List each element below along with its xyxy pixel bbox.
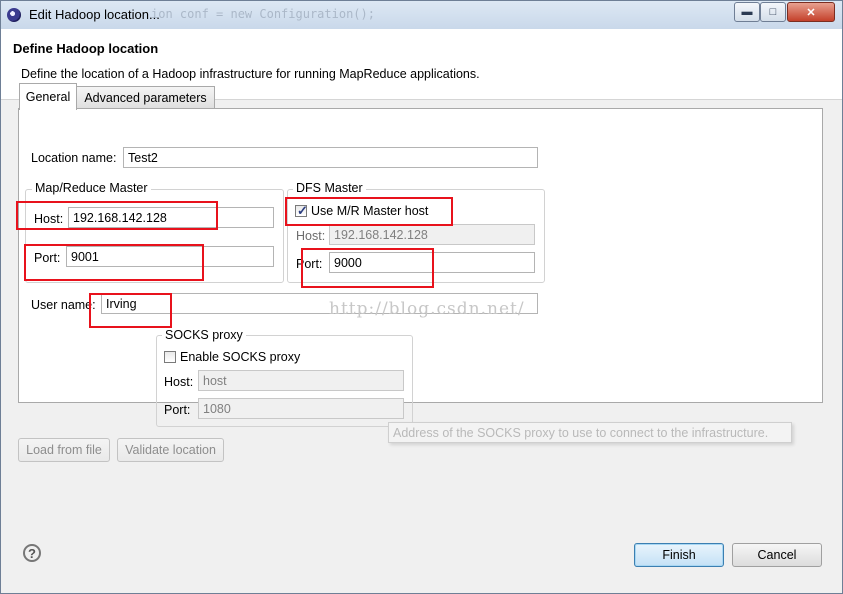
highlight-dfs-port [301, 248, 434, 288]
highlight-mapreduce-port [24, 244, 204, 281]
socks-host-label: Host: [164, 375, 194, 389]
location-name-input[interactable]: Test2 [123, 147, 538, 168]
background-code-text: ion conf = new Configuration(); [151, 7, 375, 21]
enable-socks-proxy-label: Enable SOCKS proxy [180, 350, 301, 364]
cancel-button[interactable]: Cancel [732, 543, 822, 567]
location-name-label: Location name: [31, 151, 117, 165]
maximize-icon: □ [769, 6, 777, 18]
dfs-host-input[interactable]: 192.168.142.128 [329, 224, 535, 245]
highlight-mapreduce-host [16, 201, 218, 230]
window-title: Edit Hadoop location... [29, 7, 160, 22]
header-title: Define Hadoop location [13, 41, 159, 56]
minimize-icon: ▬ [741, 6, 753, 18]
help-icon[interactable]: ? [23, 544, 41, 562]
maximize-button[interactable]: □ [760, 2, 786, 22]
socks-host-input[interactable]: host [198, 370, 404, 391]
finish-button[interactable]: Finish [634, 543, 724, 567]
highlight-user-name [89, 293, 172, 328]
enable-socks-proxy-checkbox[interactable] [164, 351, 176, 363]
mapreduce-master-legend: Map/Reduce Master [32, 181, 151, 195]
socks-port-label: Port: [164, 403, 191, 417]
header-description: Define the location of a Hadoop infrastr… [21, 67, 480, 81]
close-button[interactable]: ✕ [787, 2, 835, 22]
socks-port-input[interactable]: 1080 [198, 398, 404, 419]
socks-proxy-tooltip: Address of the SOCKS proxy to use to con… [388, 422, 792, 443]
watermark-text: http://blog.csdn.net/ [329, 299, 525, 319]
socks-proxy-legend: SOCKS proxy [162, 328, 246, 342]
user-name-label: User name: [31, 298, 96, 312]
load-from-file-button[interactable]: Load from file [18, 438, 110, 462]
highlight-use-mr-master-host [285, 197, 453, 226]
validate-location-button[interactable]: Validate location [117, 438, 224, 462]
tab-advanced-parameters[interactable]: Advanced parameters [76, 86, 215, 109]
dfs-host-label: Host: [296, 229, 326, 243]
close-icon: ✕ [806, 6, 816, 19]
dfs-master-legend: DFS Master [293, 181, 366, 195]
title-bar[interactable]: Edit Hadoop location... ion conf = new C… [1, 1, 842, 29]
eclipse-app-icon [7, 8, 21, 22]
edit-hadoop-location-dialog: Edit Hadoop location... ion conf = new C… [0, 0, 843, 594]
tab-general[interactable]: General [19, 83, 77, 110]
minimize-button[interactable]: ▬ [734, 2, 760, 22]
